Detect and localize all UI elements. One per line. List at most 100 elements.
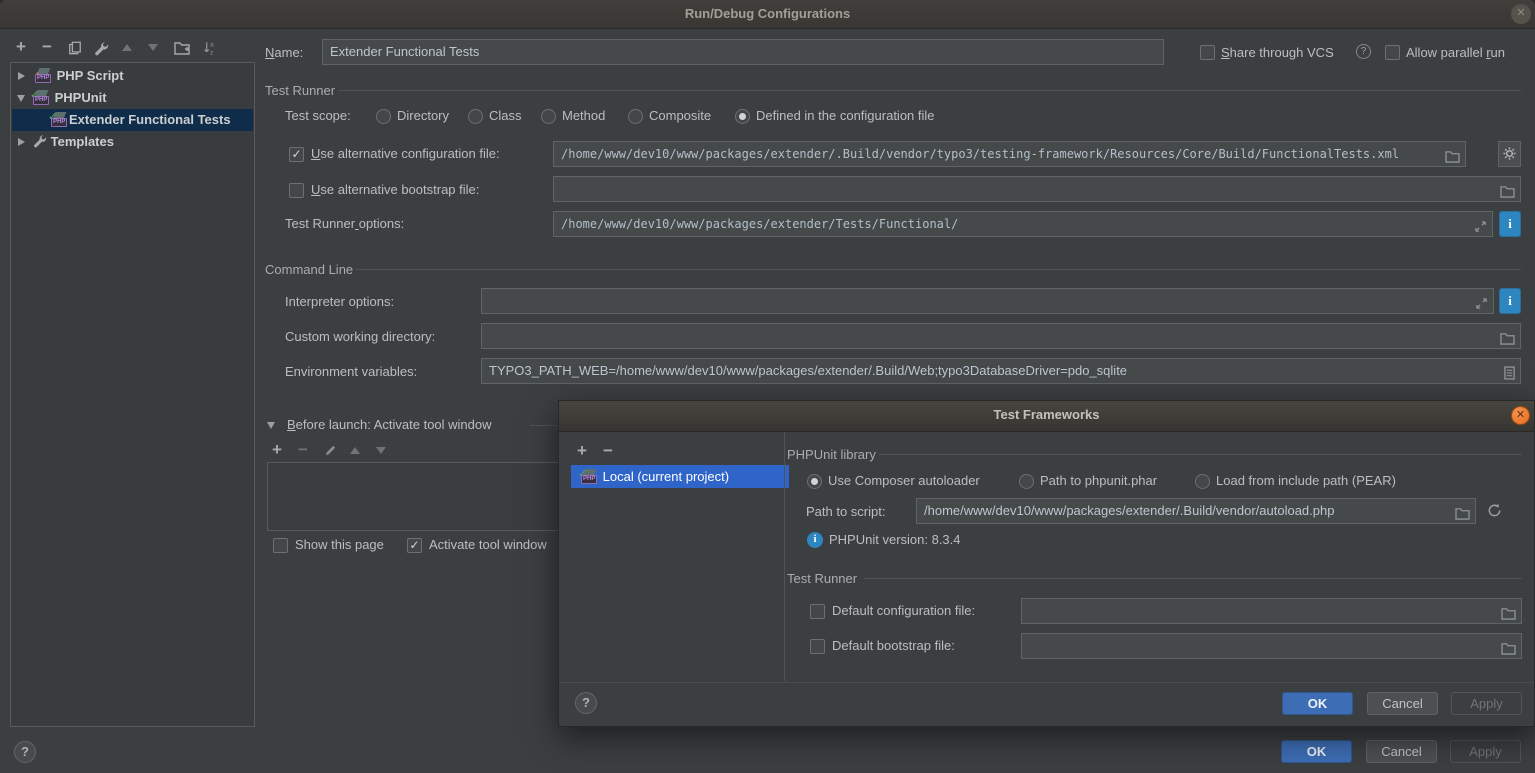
name-label: Name: <box>265 45 303 60</box>
name-input[interactable]: Extender Functional Tests <box>322 39 1164 65</box>
help-icon[interactable]: ? <box>575 692 597 714</box>
use-alt-bootstrap-label: Use alternative bootstrap file: <box>311 182 479 197</box>
wrench-icon <box>33 133 47 155</box>
info-icon[interactable]: i <box>1499 211 1521 237</box>
info-icon[interactable]: i <box>1499 288 1521 314</box>
folder-icon[interactable] <box>1500 182 1515 202</box>
scope-composite-label: Composite <box>649 108 711 123</box>
add-icon[interactable]: + <box>16 38 26 56</box>
gear-icon[interactable] <box>1498 141 1521 167</box>
working-directory-input[interactable] <box>481 323 1521 349</box>
scope-directory-radio[interactable] <box>376 109 391 124</box>
configurations-tree: ▲PHP PHP Script ✓PHP PHPUnit ✓PHPExtende… <box>10 62 255 727</box>
scope-defined-in-config-label: Defined in the configuration file <box>756 108 935 123</box>
wrench-icon[interactable] <box>94 41 109 59</box>
interpreter-options-input[interactable] <box>481 288 1494 314</box>
dialog-footer-divider <box>559 682 1534 683</box>
move-up-icon[interactable] <box>122 44 132 51</box>
move-up-icon[interactable] <box>350 447 360 454</box>
phpunit-icon: ✓PHP <box>579 468 599 484</box>
scope-method-radio[interactable] <box>541 109 556 124</box>
remove-icon[interactable]: − <box>298 441 308 459</box>
tree-item-templates[interactable]: Templates <box>12 131 253 153</box>
test-runner-options-label: Test Runner options: <box>285 216 404 231</box>
alt-bootstrap-file-input[interactable] <box>553 176 1521 202</box>
environment-variables-input[interactable]: TYPO3_PATH_WEB=/home/www/dev10/www/packa… <box>481 358 1521 384</box>
tree-item-label: Extender Functional Tests <box>69 112 231 127</box>
chevron-right-icon[interactable] <box>18 72 25 80</box>
phpunit-phar-radio[interactable] <box>1019 474 1034 489</box>
move-down-icon[interactable] <box>376 447 386 454</box>
include-path-pear-label: Load from include path (PEAR) <box>1216 473 1396 488</box>
folder-icon[interactable] <box>1501 639 1516 659</box>
scope-class-label: Class <box>489 108 522 123</box>
help-icon[interactable]: ? <box>1356 44 1371 59</box>
path-to-script-label: Path to script: <box>806 504 885 519</box>
sort-az-icon[interactable]: az <box>202 40 217 59</box>
cancel-button[interactable]: Cancel <box>1366 740 1437 763</box>
list-item-local-current-project[interactable]: ✓PHP Local (current project) <box>571 465 789 488</box>
path-to-script-input[interactable]: /home/www/dev10/www/packages/extender/.B… <box>916 498 1476 524</box>
close-icon[interactable]: ✕ <box>1511 4 1531 24</box>
use-alt-config-checkbox[interactable]: ✓ <box>289 147 304 162</box>
use-alt-bootstrap-checkbox[interactable]: ✓ <box>289 183 304 198</box>
new-folder-icon[interactable] <box>174 41 190 58</box>
window-titlebar: Run/Debug Configurations ✕ <box>0 0 1535 29</box>
default-config-file-input[interactable] <box>1021 598 1522 624</box>
ok-button[interactable]: OK <box>1281 740 1352 763</box>
activate-tool-window-checkbox[interactable]: ✓ <box>407 538 422 553</box>
add-icon[interactable]: + <box>577 442 587 460</box>
tree-item-php-script[interactable]: ▲PHP PHP Script <box>12 65 253 87</box>
scope-defined-in-config-radio[interactable] <box>735 109 750 124</box>
refresh-icon[interactable] <box>1487 503 1502 521</box>
close-icon[interactable]: ✕ <box>1511 406 1530 425</box>
default-bootstrap-file-checkbox[interactable]: ✓ <box>810 639 825 654</box>
remove-icon[interactable]: − <box>603 442 613 460</box>
list-icon[interactable] <box>1504 364 1515 384</box>
allow-parallel-run-checkbox[interactable]: ✓ <box>1385 45 1400 60</box>
phpunit-icon: ✓PHP <box>49 111 69 127</box>
show-this-page-label: Show this page <box>295 537 384 552</box>
default-config-file-checkbox[interactable]: ✓ <box>810 604 825 619</box>
test-runner-options-input[interactable]: /home/www/dev10/www/packages/extender/Te… <box>553 211 1493 237</box>
collapse-icon[interactable] <box>267 422 275 429</box>
expand-icon[interactable] <box>1475 294 1488 314</box>
remove-icon[interactable]: − <box>42 38 52 56</box>
svg-text:a: a <box>210 42 214 49</box>
add-icon[interactable]: + <box>272 441 282 459</box>
tree-item-extender-functional-tests[interactable]: ✓PHPExtender Functional Tests <box>12 109 253 131</box>
composer-autoloader-radio[interactable] <box>807 474 822 489</box>
dialog-ok-button[interactable]: OK <box>1282 692 1353 715</box>
share-through-vcs-label: Share through VCS <box>1221 45 1334 60</box>
folder-icon[interactable] <box>1500 329 1515 349</box>
scope-class-radio[interactable] <box>468 109 483 124</box>
folder-icon[interactable] <box>1501 604 1516 624</box>
share-through-vcs-checkbox[interactable]: ✓ <box>1200 45 1215 60</box>
folder-icon[interactable] <box>1445 147 1460 167</box>
scope-composite-radio[interactable] <box>628 109 643 124</box>
default-bootstrap-file-label: Default bootstrap file: <box>832 638 955 653</box>
include-path-pear-radio[interactable] <box>1195 474 1210 489</box>
phpunit-version-text: PHPUnit version: 8.3.4 <box>829 532 961 547</box>
edit-pencil-icon[interactable] <box>324 444 337 460</box>
dialog-apply-button[interactable]: Apply <box>1451 692 1522 715</box>
phpunit-library-section-title: PHPUnit library <box>787 447 876 462</box>
expand-icon[interactable] <box>1474 217 1487 237</box>
copy-icon[interactable] <box>68 41 82 58</box>
alt-config-file-input[interactable]: /home/www/dev10/www/packages/extender/.B… <box>553 141 1466 167</box>
apply-button[interactable]: Apply <box>1450 740 1521 763</box>
default-bootstrap-file-input[interactable] <box>1021 633 1522 659</box>
help-icon[interactable]: ? <box>14 741 36 763</box>
chevron-right-icon[interactable] <box>18 138 25 146</box>
dialog-cancel-button[interactable]: Cancel <box>1367 692 1438 715</box>
allow-parallel-run-label: Allow parallel run <box>1406 45 1505 60</box>
show-this-page-checkbox[interactable]: ✓ <box>273 538 288 553</box>
panel-divider <box>784 432 785 681</box>
scope-directory-label: Directory <box>397 108 449 123</box>
chevron-down-icon[interactable] <box>17 95 25 102</box>
move-down-icon[interactable] <box>148 44 158 51</box>
composer-autoloader-label: Use Composer autoloader <box>828 473 980 488</box>
folder-icon[interactable] <box>1455 504 1470 524</box>
environment-variables-label: Environment variables: <box>285 364 417 379</box>
window-title: Run/Debug Configurations <box>0 6 1535 21</box>
